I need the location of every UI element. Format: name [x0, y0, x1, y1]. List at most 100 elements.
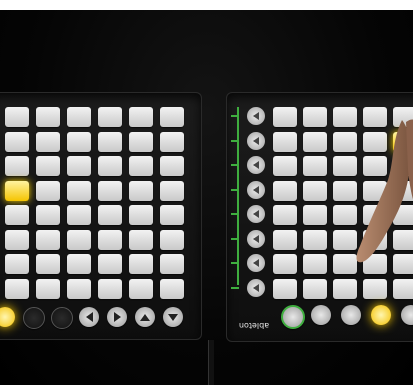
pad-button[interactable] [36, 254, 60, 274]
usb-cable [208, 340, 214, 385]
pad-button[interactable] [273, 107, 297, 127]
pad-button[interactable] [67, 229, 91, 250]
pad-button[interactable] [273, 180, 297, 201]
pad-button[interactable] [5, 131, 29, 152]
pad-button[interactable] [98, 180, 122, 201]
pad-button[interactable] [303, 180, 327, 201]
play-arrow-icon [253, 234, 259, 243]
control-button[interactable] [51, 307, 73, 329]
right-arrow-icon [113, 312, 121, 322]
play-arrow-icon [253, 185, 259, 194]
control-button[interactable] [401, 305, 413, 325]
pad-button[interactable] [5, 278, 29, 299]
control-button[interactable] [371, 305, 391, 325]
pad-button[interactable] [98, 156, 122, 176]
pad-button[interactable] [36, 131, 60, 152]
pad-button[interactable] [129, 205, 153, 225]
pad-button[interactable] [67, 205, 91, 225]
scene-launch-button[interactable] [247, 229, 265, 248]
pad-button[interactable] [5, 205, 29, 225]
pad-button[interactable] [98, 107, 122, 127]
pad-button[interactable] [98, 229, 122, 250]
pad-button[interactable] [273, 156, 297, 176]
pad-button[interactable] [5, 254, 29, 274]
pad-button[interactable] [36, 205, 60, 225]
pad-button[interactable] [273, 254, 297, 274]
scene-launch-button[interactable] [247, 131, 265, 150]
pad-button[interactable] [273, 205, 297, 225]
scene-tick [231, 139, 239, 142]
pad-button[interactable] [129, 156, 153, 176]
play-arrow-icon [253, 210, 259, 218]
pad-button[interactable] [129, 254, 153, 274]
pad-button[interactable] [333, 278, 357, 299]
pad-button[interactable] [303, 229, 327, 250]
pad-button[interactable] [36, 278, 60, 299]
pad-button[interactable] [160, 180, 184, 201]
control-button[interactable] [107, 307, 127, 327]
scene-tick [231, 286, 239, 289]
pad-button[interactable] [67, 278, 91, 299]
pad-button[interactable] [273, 229, 297, 250]
pad-button[interactable] [303, 156, 327, 176]
pad-button[interactable] [160, 107, 184, 127]
scene-launch-button[interactable] [247, 254, 265, 272]
pad-button[interactable] [36, 156, 60, 176]
scene-launch-button[interactable] [247, 180, 265, 199]
pad-button[interactable] [36, 229, 60, 250]
pad-button[interactable] [98, 254, 122, 274]
play-arrow-icon [253, 112, 259, 120]
pad-button[interactable] [5, 229, 29, 250]
pad-button[interactable] [129, 278, 153, 299]
pad-button[interactable] [160, 156, 184, 176]
pad-button[interactable] [160, 229, 184, 250]
pad-button[interactable] [303, 254, 327, 274]
top-white-band [0, 0, 413, 10]
scene-launch-button[interactable] [247, 278, 265, 297]
pad-button[interactable] [67, 107, 91, 127]
pad-button[interactable] [273, 278, 297, 299]
pad-button[interactable] [160, 205, 184, 225]
control-button[interactable] [281, 305, 305, 329]
pad-button[interactable] [5, 107, 29, 127]
play-arrow-icon [253, 136, 259, 145]
control-button[interactable] [79, 307, 99, 327]
pad-button[interactable] [303, 107, 327, 127]
pad-button[interactable] [303, 131, 327, 152]
pad-button[interactable] [5, 180, 29, 201]
pad-button[interactable] [98, 131, 122, 152]
pad-button[interactable] [98, 205, 122, 225]
pad-button[interactable] [160, 254, 184, 274]
pad-button[interactable] [129, 107, 153, 127]
pad-button[interactable] [36, 107, 60, 127]
scene-launch-button[interactable] [247, 156, 265, 174]
pad-button[interactable] [160, 131, 184, 152]
pad-button[interactable] [67, 254, 91, 274]
scene-tick [231, 262, 239, 264]
pad-button[interactable] [160, 278, 184, 299]
pad-button[interactable] [393, 278, 413, 299]
scene-launch-button[interactable] [247, 205, 265, 223]
pad-button[interactable] [67, 156, 91, 176]
pad-button[interactable] [303, 278, 327, 299]
control-button[interactable] [311, 305, 331, 325]
pad-button[interactable] [36, 180, 60, 201]
play-arrow-icon [253, 283, 259, 292]
pad-button[interactable] [129, 180, 153, 201]
control-button[interactable] [341, 305, 361, 325]
pad-button[interactable] [98, 278, 122, 299]
control-button[interactable] [135, 307, 155, 327]
control-button[interactable] [0, 307, 15, 327]
pad-button[interactable] [129, 131, 153, 152]
scene-launch-button[interactable] [247, 107, 265, 125]
pad-button[interactable] [363, 278, 387, 299]
pad-button[interactable] [67, 131, 91, 152]
pad-button[interactable] [67, 180, 91, 201]
pad-button[interactable] [273, 131, 297, 152]
pad-button[interactable] [5, 156, 29, 176]
pad-button[interactable] [303, 205, 327, 225]
control-button[interactable] [163, 307, 183, 327]
up-arrow-icon [140, 313, 150, 321]
pad-button[interactable] [129, 229, 153, 250]
control-button[interactable] [23, 307, 45, 329]
